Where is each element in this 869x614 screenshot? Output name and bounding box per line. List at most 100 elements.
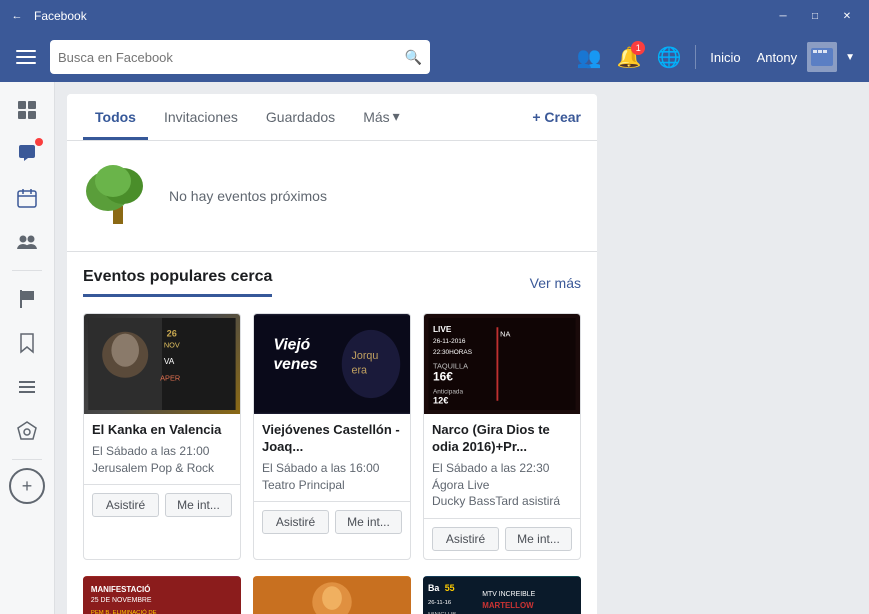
content-area: Todos Invitaciones Guardados Más ▾ + Cre… (55, 82, 609, 614)
bottom-thumb-1[interactable]: MANIFESTACIÓ 25 DE NOVEMBRE PEM B. ELIMI… (83, 576, 241, 614)
maximize-button[interactable]: □ (801, 6, 829, 26)
asistire-btn-2[interactable]: Asistiré (262, 510, 329, 534)
friends-nav-button[interactable]: 👥 (571, 39, 607, 75)
tabs-bar: Todos Invitaciones Guardados Más ▾ + Cre… (67, 94, 597, 141)
svg-text:22:30HORAS: 22:30HORAS (433, 349, 472, 356)
search-input[interactable] (58, 50, 399, 65)
tab-mas[interactable]: Más ▾ (351, 94, 411, 140)
window-controls: ─ □ ✕ (769, 6, 861, 26)
ver-mas-button[interactable]: Ver más (530, 275, 581, 291)
section-header: Eventos populares cerca Ver más (67, 252, 597, 305)
svg-text:12€: 12€ (433, 396, 448, 406)
svg-text:MARTELLOW: MARTELLOW (482, 601, 534, 610)
hamburger-line-3 (16, 62, 36, 64)
event-info-1: El Kanka en Valencia El Sábado a las 21:… (84, 414, 240, 484)
back-button[interactable]: ← (8, 7, 26, 25)
event-card-3[interactable]: LIVE 26-11-2016 22:30HORAS NA TAQUILLA 1… (423, 313, 581, 560)
nav-dropdown-icon[interactable]: ▼ (841, 48, 859, 67)
avatar-image (807, 42, 837, 72)
list-icon (16, 376, 38, 398)
sidebar-divider (12, 270, 42, 271)
svg-text:era: era (352, 365, 368, 377)
event-date-3: El Sábado a las 22:30 (432, 460, 572, 477)
calendar-icon (16, 187, 38, 209)
chat-icon (16, 143, 38, 165)
close-button[interactable]: ✕ (833, 6, 861, 26)
svg-text:venes: venes (274, 356, 319, 373)
svg-text:LIVE: LIVE (433, 325, 452, 334)
sidebar-add-button[interactable]: + (9, 468, 45, 504)
event-venue-1: Jerusalem Pop & Rock (92, 460, 232, 477)
nav-bar: 🔍 👥 🔔 1 🌐 Inicio Antony ▼ (0, 32, 869, 82)
meint-btn-3[interactable]: Me int... (505, 527, 572, 551)
sidebar-item-chat[interactable] (7, 134, 47, 174)
sidebar-item-home[interactable] (7, 90, 47, 130)
friends-icon: 👥 (577, 45, 602, 70)
event-title-1: El Kanka en Valencia (92, 422, 232, 439)
sidebar-item-saved[interactable] (7, 323, 47, 363)
title-bar: ← Facebook ─ □ ✕ (0, 0, 869, 32)
event-extra-3: Ducky BassTard asistirá (432, 493, 572, 510)
bookmark-icon (16, 332, 38, 354)
search-icon[interactable]: 🔍 (405, 49, 422, 66)
sidebar-item-feed[interactable] (7, 367, 47, 407)
svg-text:25 DE NOVEMBRE: 25 DE NOVEMBRE (91, 597, 152, 604)
event-venue-2: Teatro Principal (262, 477, 402, 494)
chevron-down-icon: ▾ (393, 108, 400, 125)
globe-nav-button[interactable]: 🌐 (651, 39, 687, 75)
svg-text:APER: APER (160, 374, 180, 383)
inicio-button[interactable]: Inicio (704, 46, 746, 69)
event-image-2: Viejó venes Jorqu era (254, 314, 410, 414)
svg-text:26: 26 (167, 328, 177, 338)
svg-text:Anticipada: Anticipada (433, 388, 463, 395)
event-title-3: Narco (Gira Dios te odia 2016)+Pr... (432, 422, 572, 456)
sidebar-item-groups[interactable] (7, 222, 47, 262)
sidebar-item-marketplace[interactable] (7, 411, 47, 451)
event-title-2: Viejóvenes Castellón - Joaq... (262, 422, 402, 456)
asistire-btn-3[interactable]: Asistiré (432, 527, 499, 551)
svg-text:26-11-16: 26-11-16 (428, 600, 452, 606)
meint-btn-1[interactable]: Me int... (165, 493, 232, 517)
svg-text:Jorqu: Jorqu (352, 350, 379, 362)
events-panel: Todos Invitaciones Guardados Más ▾ + Cre… (67, 94, 597, 614)
tab-todos[interactable]: Todos (83, 95, 148, 140)
event-info-2: Viejóvenes Castellón - Joaq... El Sábado… (254, 414, 410, 501)
app-title: Facebook (34, 9, 87, 23)
hamburger-button[interactable] (10, 41, 42, 73)
event-info-3: Narco (Gira Dios te odia 2016)+Pr... El … (424, 414, 580, 518)
sidebar: + (0, 82, 55, 614)
globe-icon: 🌐 (657, 45, 682, 70)
avatar[interactable] (807, 42, 837, 72)
event-image-1: 26 NOV VA APER (84, 314, 240, 414)
event-card-2[interactable]: Viejó venes Jorqu era Viejóvenes Castell… (253, 313, 411, 560)
tab-invitaciones[interactable]: Invitaciones (152, 95, 250, 140)
minimize-button[interactable]: ─ (769, 6, 797, 26)
flag-icon (16, 288, 38, 310)
sidebar-item-pages[interactable] (7, 279, 47, 319)
asistire-btn-1[interactable]: Asistiré (92, 493, 159, 517)
notifications-nav-button[interactable]: 🔔 1 (611, 39, 647, 75)
sidebar-item-events[interactable] (7, 178, 47, 218)
create-button[interactable]: + Crear (532, 109, 581, 125)
event-actions-3: Asistiré Me int... (424, 518, 580, 559)
user-name-button[interactable]: Antony (751, 46, 803, 69)
event-card-1[interactable]: 26 NOV VA APER El Kanka en Valencia El S… (83, 313, 241, 560)
event-date-1: El Sábado a las 21:00 (92, 443, 232, 460)
bottom-thumb-2[interactable]: vine al directe... (253, 576, 411, 614)
hamburger-line-2 (16, 56, 36, 58)
nav-icons: 👥 🔔 1 🌐 Inicio Antony ▼ (571, 39, 859, 75)
tree-svg (83, 161, 153, 231)
tab-guardados[interactable]: Guardados (254, 95, 347, 140)
notification-badge: 1 (631, 41, 645, 55)
bottom-thumb-3[interactable]: Ba 55 26-11-16 MINICLUB MTV INCREIBLE MA… (423, 576, 581, 614)
main-layout: + Todos Invitaciones Guardados Más ▾ + C… (0, 82, 869, 614)
meint-btn-2[interactable]: Me int... (335, 510, 402, 534)
svg-text:55: 55 (445, 583, 455, 593)
sidebar-divider-2 (12, 459, 42, 460)
right-area (609, 82, 869, 614)
tree-illustration (83, 161, 153, 231)
no-events-banner: No hay eventos próximos (67, 141, 597, 252)
bottom-thumbnails: MANIFESTACIÓ 25 DE NOVEMBRE PEM B. ELIMI… (67, 576, 597, 614)
svg-text:MTV INCREIBLE: MTV INCREIBLE (482, 591, 535, 598)
svg-text:26-11-2016: 26-11-2016 (433, 338, 466, 345)
